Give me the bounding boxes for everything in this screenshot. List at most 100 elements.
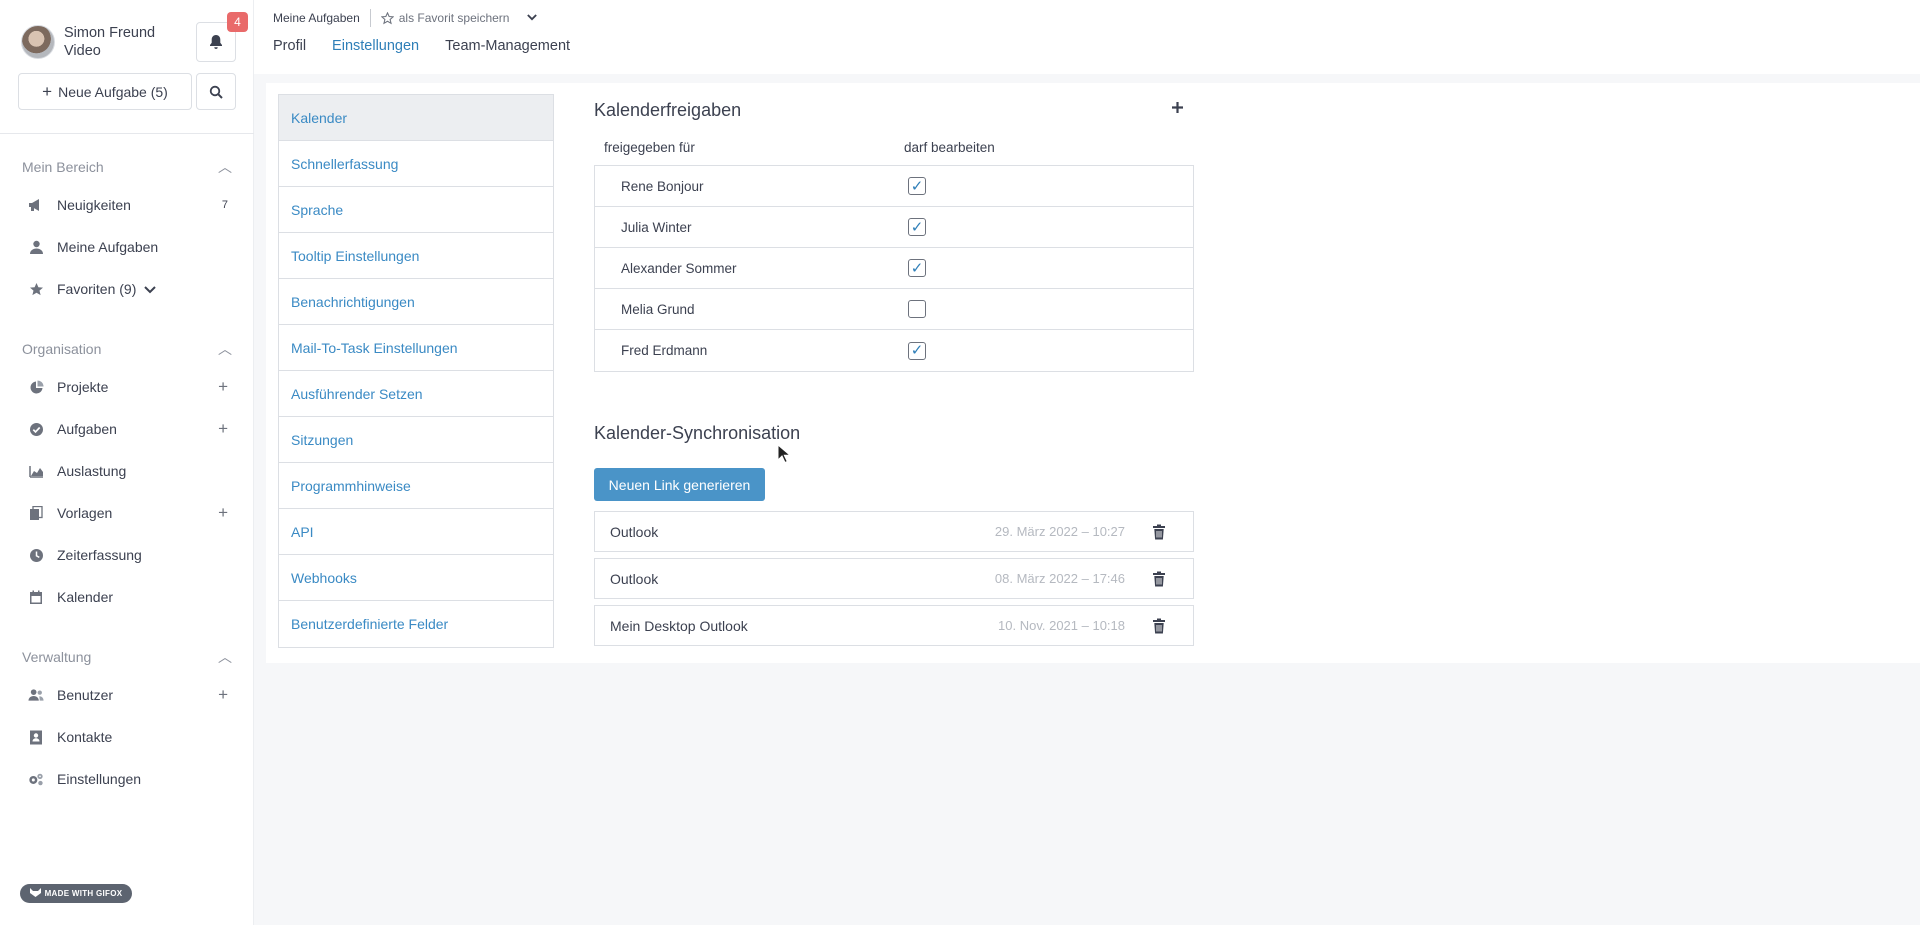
check-icon: ✓ xyxy=(910,342,924,359)
check-icon: ✓ xyxy=(910,218,924,236)
settings-item-tooltip[interactable]: Tooltip Einstellungen xyxy=(279,233,553,279)
sync-link-name: Outlook xyxy=(610,570,659,587)
edit-permission-checkbox[interactable]: ✓ xyxy=(908,259,926,277)
settings-item-kalender[interactable]: Kalender xyxy=(279,95,553,141)
gifox-watermark: MADE WITH GIFOX xyxy=(20,884,132,903)
sidebar-item-einstellungen[interactable]: Einstellungen xyxy=(28,768,228,790)
settings-item-schnellerfassung[interactable]: Schnellerfassung xyxy=(279,141,553,187)
section-verwaltung[interactable]: Verwaltung ︿ xyxy=(22,647,232,667)
add-user-icon[interactable]: + xyxy=(218,685,228,705)
calendar-shares-title: Kalenderfreigaben xyxy=(594,100,742,120)
check-circle-icon xyxy=(28,421,44,437)
sidebar-item-label: Favoriten (9) xyxy=(57,281,137,297)
settings-item-programmhinweise[interactable]: Programmhinweise xyxy=(279,463,553,509)
add-share-button[interactable] xyxy=(1165,95,1189,119)
user-icon xyxy=(28,239,44,255)
add-template-icon[interactable]: + xyxy=(218,503,228,523)
sidebar-item-label: Meine Aufgaben xyxy=(57,239,159,255)
tab-team-management[interactable]: Team-Management xyxy=(445,38,570,54)
settings-item-api[interactable]: API xyxy=(279,509,553,555)
chevron-up-icon[interactable]: ︿ xyxy=(218,647,232,667)
sidebar-item-label: Zeiterfassung xyxy=(57,547,142,563)
edit-permission-checkbox[interactable]: ✓ xyxy=(908,177,926,195)
tab-profil[interactable]: Profil xyxy=(273,38,306,54)
table-row: Rene Bonjour ✓ xyxy=(595,166,1193,207)
sidebar-item-favoriten[interactable]: Favoriten (9) xyxy=(28,278,228,300)
breadcrumb-current[interactable]: Meine Aufgaben xyxy=(273,11,360,25)
bell-icon xyxy=(210,35,222,49)
chevron-down-icon[interactable] xyxy=(527,12,538,24)
notification-badge: 4 xyxy=(227,12,248,32)
top-header: Meine Aufgaben als Favorit speichern Pro… xyxy=(254,0,1920,74)
sidebar-item-projekte[interactable]: Projekte + xyxy=(28,376,228,398)
sidebar-item-aufgaben[interactable]: Aufgaben + xyxy=(28,418,228,440)
user-profile[interactable]: Simon Freund Video xyxy=(21,24,155,60)
settings-item-webhooks[interactable]: Webhooks xyxy=(279,555,553,601)
sidebar-item-kalender[interactable]: Kalender xyxy=(28,586,228,608)
avatar[interactable] xyxy=(21,25,55,59)
chevron-down-icon[interactable] xyxy=(144,281,157,297)
new-task-label: Neue Aufgabe (5) xyxy=(58,83,168,100)
sync-link-name: Outlook xyxy=(610,523,659,540)
edit-permission-checkbox[interactable]: ✓ xyxy=(908,341,926,360)
megaphone-icon xyxy=(28,197,44,213)
section-mein-bereich[interactable]: Mein Bereich ︿ xyxy=(22,157,232,177)
share-user-name: Rene Bonjour xyxy=(621,178,704,194)
sidebar-item-kontakte[interactable]: Kontakte xyxy=(28,726,228,748)
sidebar-item-vorlagen[interactable]: Vorlagen + xyxy=(28,502,228,524)
clock-icon xyxy=(28,547,44,563)
area-chart-icon xyxy=(28,463,44,479)
chevron-up-icon[interactable]: ︿ xyxy=(218,157,232,177)
share-user-name: Julia Winter xyxy=(621,219,692,235)
sidebar-item-zeiterfassung[interactable]: Zeiterfassung xyxy=(28,544,228,566)
trash-icon[interactable] xyxy=(1152,618,1166,634)
sync-link-row: Mein Desktop Outlook 10. Nov. 2021 – 10:… xyxy=(594,605,1194,646)
sidebar-item-label: Benutzer xyxy=(57,687,114,703)
trash-icon[interactable] xyxy=(1152,571,1166,587)
generate-link-button[interactable]: Neuen Link generieren xyxy=(594,468,765,501)
edit-permission-checkbox[interactable]: ✓ xyxy=(908,218,926,236)
settings-item-mail-to-task[interactable]: Mail-To-Task Einstellungen xyxy=(279,325,553,371)
sidebar-item-label: Kalender xyxy=(57,589,114,605)
sidebar-item-meine-aufgaben[interactable]: Meine Aufgaben xyxy=(28,236,228,258)
edit-permission-checkbox[interactable] xyxy=(908,300,926,318)
sidebar-item-label: Auslastung xyxy=(57,463,127,479)
settings-item-ausfuehrender[interactable]: Ausführender Setzen xyxy=(279,371,553,417)
sidebar-item-neuigkeiten[interactable]: Neuigkeiten 7 xyxy=(28,194,228,216)
section-title: Organisation xyxy=(22,341,102,357)
sidebar-item-label: Neuigkeiten xyxy=(57,197,131,213)
chevron-up-icon[interactable]: ︿ xyxy=(218,339,232,359)
gifox-label: MADE WITH GIFOX xyxy=(44,889,123,898)
user-name: Simon Freund xyxy=(64,25,156,41)
sidebar-item-label: Aufgaben xyxy=(57,421,117,437)
save-favorite-label: als Favorit speichern xyxy=(398,11,510,25)
settings-menu: Kalender Schnellerfassung Sprache Toolti… xyxy=(278,94,554,648)
plus-icon xyxy=(1171,101,1183,113)
divider xyxy=(0,133,254,134)
table-row: Julia Winter ✓ xyxy=(595,207,1193,248)
section-title: Mein Bereich xyxy=(22,159,104,175)
divider xyxy=(369,9,371,27)
trash-icon[interactable] xyxy=(1152,524,1166,540)
sidebar-item-auslastung[interactable]: Auslastung xyxy=(28,460,228,482)
add-project-icon[interactable]: + xyxy=(218,377,228,397)
column-header-shared-for: freigegeben für xyxy=(604,140,695,155)
settings-item-sprache[interactable]: Sprache xyxy=(279,187,553,233)
copy-icon xyxy=(28,505,44,521)
sidebar-item-label: Projekte xyxy=(57,379,109,395)
share-user-name: Alexander Sommer xyxy=(621,260,737,276)
save-favorite-button[interactable]: als Favorit speichern xyxy=(380,11,510,25)
section-organisation[interactable]: Organisation ︿ xyxy=(22,339,232,359)
users-icon xyxy=(28,687,44,703)
settings-item-sitzungen[interactable]: Sitzungen xyxy=(279,417,553,463)
add-task-icon[interactable]: + xyxy=(218,419,228,439)
sync-link-date: 29. März 2022 – 10:27 xyxy=(994,524,1125,539)
sidebar-item-benutzer[interactable]: Benutzer + xyxy=(28,684,228,706)
search-button[interactable] xyxy=(196,73,236,110)
settings-item-benachrichtigungen[interactable]: Benachrichtigungen xyxy=(279,279,553,325)
new-task-button[interactable]: + Neue Aufgabe (5) xyxy=(18,73,192,110)
gears-icon xyxy=(28,771,44,787)
star-outline-icon xyxy=(380,11,394,24)
settings-item-benutzerdefinierte-felder[interactable]: Benutzerdefinierte Felder xyxy=(279,601,553,647)
tab-einstellungen[interactable]: Einstellungen xyxy=(332,38,419,54)
